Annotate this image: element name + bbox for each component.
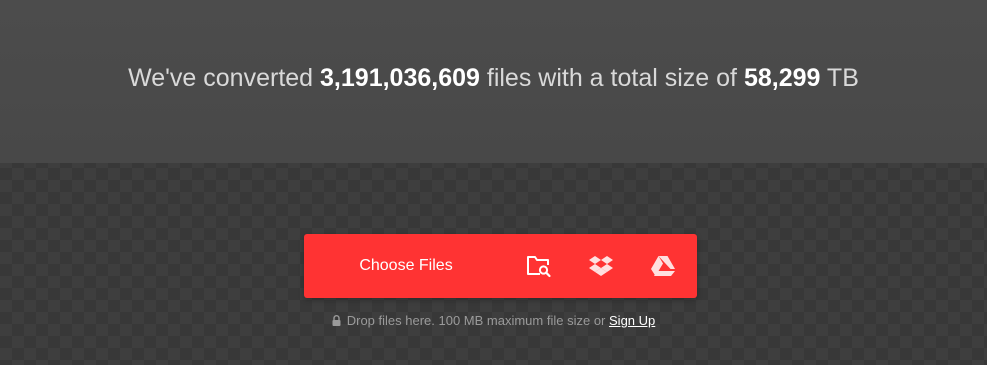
- sign-up-link[interactable]: Sign Up: [609, 313, 655, 328]
- stats-middle: files with a total size of: [486, 64, 737, 92]
- files-count: 3,191,036,609: [320, 64, 480, 92]
- page: We've converted 3,191,036,609 files with…: [0, 0, 987, 365]
- size-unit: TB: [826, 64, 859, 92]
- stats-prefix: We've converted: [128, 64, 314, 92]
- dropbox-icon: [589, 256, 613, 276]
- google-drive-icon: [651, 256, 675, 276]
- stats-line: We've converted 3,191,036,609 files with…: [128, 64, 859, 93]
- stats-banner: We've converted 3,191,036,609 files with…: [0, 0, 987, 163]
- drop-hint-text: Drop files here. 100 MB maximum file siz…: [346, 313, 606, 328]
- from-device-button[interactable]: [508, 234, 570, 298]
- upload-box: Choose Files: [304, 234, 697, 298]
- choose-files-button[interactable]: Choose Files: [304, 234, 508, 298]
- folder-search-icon: [527, 256, 551, 278]
- total-size: 58,299: [743, 64, 821, 92]
- lock-icon: [332, 315, 341, 326]
- drop-hint: Drop files here. 100 MB maximum file siz…: [0, 313, 987, 328]
- from-google-drive-button[interactable]: [632, 234, 694, 298]
- from-dropbox-button[interactable]: [570, 234, 632, 298]
